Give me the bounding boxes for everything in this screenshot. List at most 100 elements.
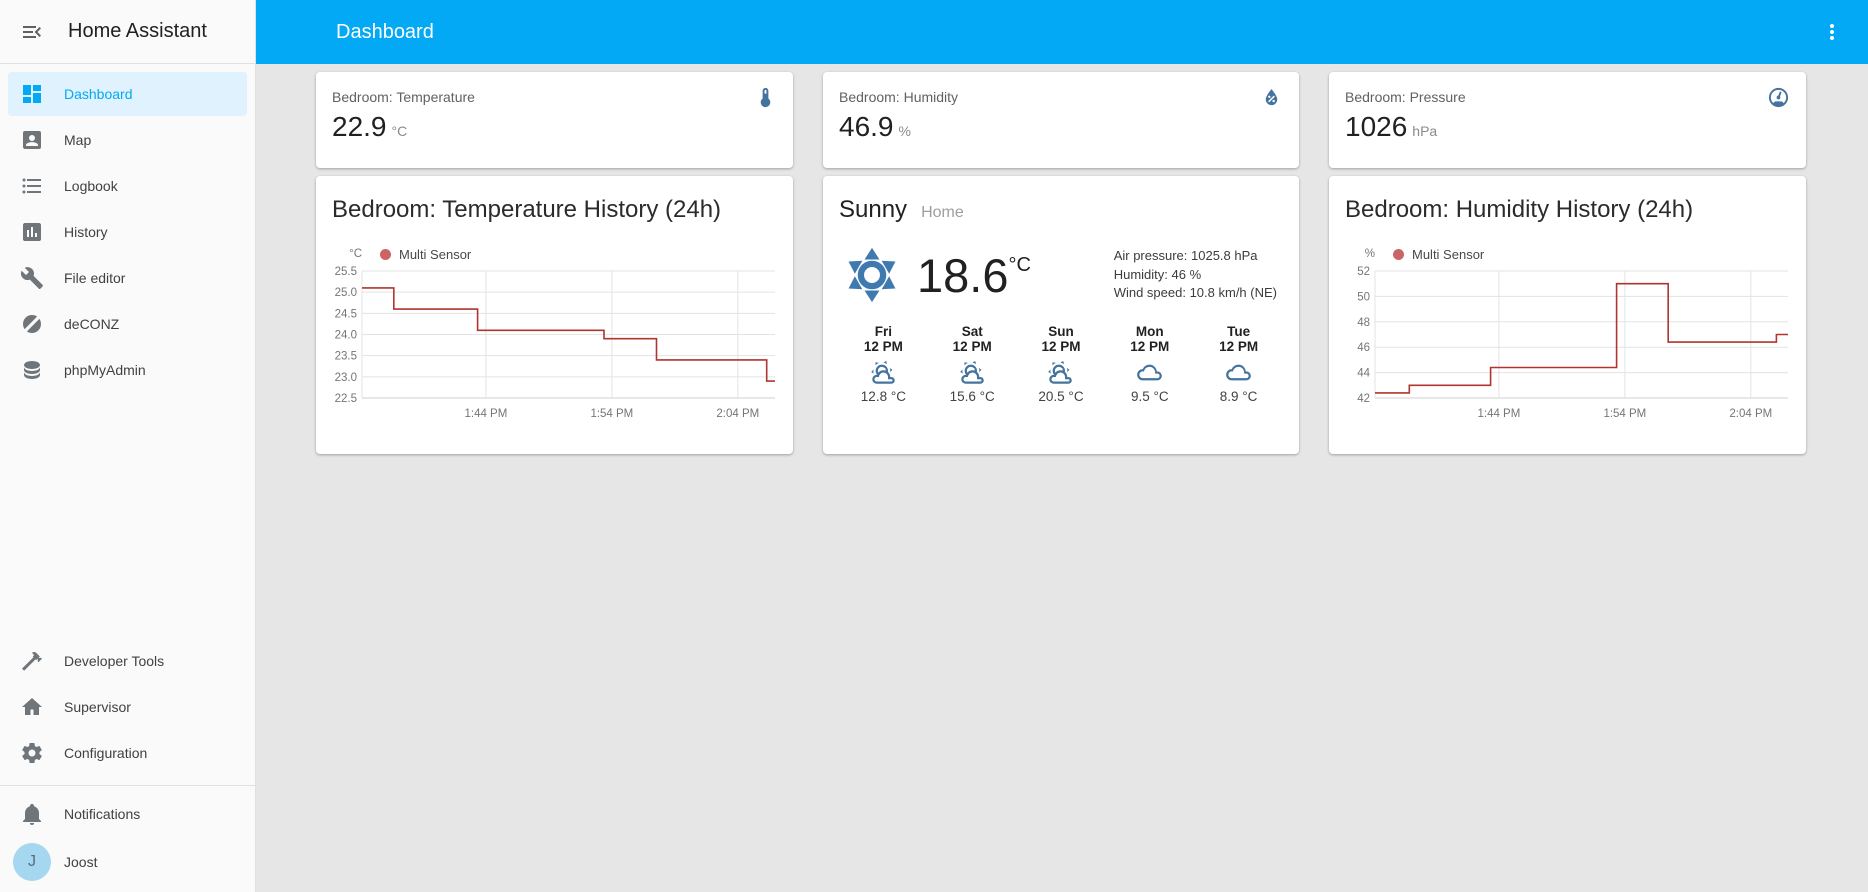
sidebar-item-label: Dashboard (64, 86, 133, 102)
forecast-col-fri: Fri12 PM12.8 °C (839, 324, 928, 404)
sidebar-item-user[interactable]: J Joost (8, 840, 247, 884)
sidebar-item-file-editor[interactable]: File editor (8, 256, 247, 300)
sensor-card-bedroom-humidity[interactable]: Bedroom: Humidity46.9% (823, 72, 1299, 168)
forecast-temp: 9.5 °C (1105, 389, 1194, 404)
sensor-card-bedroom-temperature[interactable]: Bedroom: Temperature 22.9 °C (316, 72, 793, 168)
sidebar-item-dashboard[interactable]: Dashboard (8, 72, 247, 116)
forecast-day: Sun (1017, 324, 1106, 339)
svg-text:1:44 PM: 1:44 PM (464, 408, 507, 420)
svg-text:23.5: 23.5 (335, 351, 357, 363)
weather-partly-cloudy-icon (870, 359, 897, 386)
user-name: Joost (64, 854, 97, 870)
account-box-icon (20, 128, 44, 152)
sidebar-item-phpmyadmin[interactable]: phpMyAdmin (8, 348, 247, 392)
sidebar-item-label: Developer Tools (64, 653, 164, 669)
forecast-day: Tue (1194, 324, 1283, 339)
sun-icon (843, 246, 901, 304)
sidebar-item-label: Logbook (64, 178, 118, 194)
svg-text:2:04 PM: 2:04 PM (716, 408, 759, 420)
sensor-unit: % (899, 123, 911, 139)
weather-cloudy-icon (1225, 359, 1252, 386)
svg-text:50: 50 (1357, 291, 1370, 303)
weather-forecast: Fri12 PM12.8 °CSat12 PM15.6 °CSun12 PM20… (839, 324, 1283, 404)
sidebar-item-deconz[interactable]: deCONZ (8, 302, 247, 346)
water-percent-icon (1260, 86, 1283, 109)
forecast-time: 12 PM (1017, 339, 1106, 354)
dots-vertical-icon[interactable] (1820, 20, 1844, 44)
sensor-name: Bedroom: Humidity (839, 86, 1260, 105)
sensor-value: 22.9 (332, 111, 387, 143)
forecast-temp: 15.6 °C (928, 389, 1017, 404)
avatar: J (13, 843, 51, 881)
weather-temp-unit: °C (1008, 254, 1030, 277)
sensor-name: Bedroom: Temperature (332, 86, 754, 105)
forecast-col-tue: Tue12 PM 8.9 °C (1194, 324, 1283, 404)
svg-text:25.5: 25.5 (335, 266, 357, 278)
gauge-icon (1767, 86, 1790, 109)
svg-text:2:04 PM: 2:04 PM (1729, 408, 1772, 420)
weather-attribute: Humidity: 46 % (1114, 266, 1277, 285)
sensor-card-bedroom-pressure[interactable]: Bedroom: Pressure1026hPa (1329, 72, 1806, 168)
hammer-icon (20, 649, 44, 673)
forecast-col-mon: Mon12 PM 9.5 °C (1105, 324, 1194, 404)
chart-legend: °C Multi Sensor (332, 246, 777, 262)
temperature-history-card: Bedroom: Temperature History (24h) °C Mu… (316, 176, 793, 454)
sidebar-header: Home Assistant (0, 0, 255, 64)
humidity-history-card: Bedroom: Humidity History (24h) % Multi … (1329, 176, 1806, 454)
database-icon (20, 358, 44, 382)
sensor-value: 1026 (1345, 111, 1407, 143)
sidebar-item-map[interactable]: Map (8, 118, 247, 162)
weather-card[interactable]: Sunny Home 18.6 °C Air pressure: 1025.8 … (823, 176, 1299, 454)
svg-text:23.0: 23.0 (335, 372, 357, 384)
sidebar-item-label: History (64, 224, 108, 240)
notifications-label: Notifications (64, 806, 140, 822)
home-assistant-icon (20, 695, 44, 719)
main-area: Dashboard Bedroom: Temperature22.9°CBedr… (256, 0, 1868, 892)
forecast-day: Fri (839, 324, 928, 339)
forecast-temp: 8.9 °C (1194, 389, 1283, 404)
weather-partly-cloudy-icon (959, 359, 986, 386)
forecast-temp: 20.5 °C (1017, 389, 1106, 404)
temperature-history-chart: 25.525.024.524.023.523.022.51:44 PM1:54 … (332, 264, 777, 424)
weather-attribute: Wind speed: 10.8 km/h (NE) (1114, 284, 1277, 303)
sidebar-item-developer-tools[interactable]: Developer Tools (8, 639, 247, 683)
chart-legend: % Multi Sensor (1345, 246, 1790, 262)
forecast-time: 12 PM (928, 339, 1017, 354)
forecast-time: 12 PM (1105, 339, 1194, 354)
forecast-time: 12 PM (839, 339, 928, 354)
wrench-icon (20, 266, 44, 290)
sidebar-item-notifications[interactable]: Notifications (8, 792, 247, 836)
forecast-col-sat: Sat12 PM15.6 °C (928, 324, 1017, 404)
sidebar-item-configuration[interactable]: Configuration (8, 731, 247, 775)
svg-text:48: 48 (1357, 317, 1370, 329)
svg-text:52: 52 (1357, 266, 1370, 278)
svg-text:1:44 PM: 1:44 PM (1477, 408, 1520, 420)
sensor-unit: °C (392, 123, 408, 139)
forecast-day: Mon (1105, 324, 1194, 339)
svg-text:24.0: 24.0 (335, 330, 357, 342)
weather-state: Sunny (839, 196, 907, 224)
sidebar: Home Assistant Dashboard Map Logbook Histor… (0, 0, 256, 892)
sensor-unit: hPa (1412, 123, 1437, 139)
y-axis-unit: °C (332, 248, 362, 260)
sidebar-item-supervisor[interactable]: Supervisor (8, 685, 247, 729)
svg-text:44: 44 (1357, 368, 1370, 380)
y-axis-unit: % (1345, 248, 1375, 260)
app-bar: Dashboard (256, 0, 1868, 64)
legend-dot (1393, 249, 1404, 260)
sidebar-item-history[interactable]: History (8, 210, 247, 254)
weather-attribute: Air pressure: 1025.8 hPa (1114, 247, 1277, 266)
weather-partly-cloudy-icon (1047, 359, 1074, 386)
legend-label: Multi Sensor (1412, 247, 1484, 262)
sidebar-nav-bottom: Developer Tools SupervisorConfiguration (0, 637, 255, 781)
page-title: Dashboard (336, 21, 434, 44)
card-title: Bedroom: Humidity History (24h) (1345, 196, 1790, 224)
format-list-bulleted-icon (20, 174, 44, 198)
sidebar-item-label: Map (64, 132, 91, 148)
sidebar-item-logbook[interactable]: Logbook (8, 164, 247, 208)
poll-box-icon (20, 220, 44, 244)
weather-temperature: 18.6 (917, 252, 1008, 299)
forecast-time: 12 PM (1194, 339, 1283, 354)
menu-open-icon[interactable] (20, 20, 44, 44)
weather-cloudy-icon (1136, 359, 1163, 386)
